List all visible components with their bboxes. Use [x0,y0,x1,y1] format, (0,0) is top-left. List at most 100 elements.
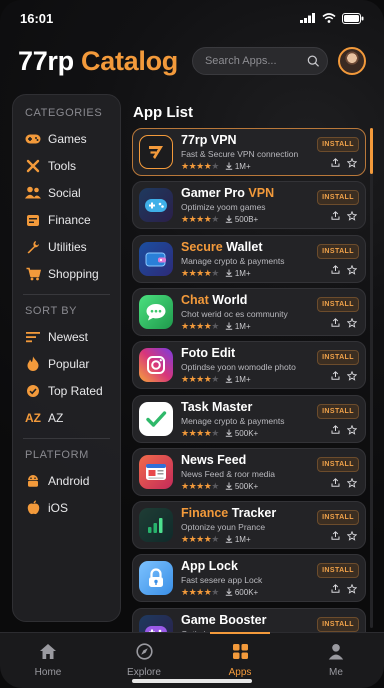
download-icon [225,215,233,223]
platform-item-ios[interactable]: iOS [13,494,120,521]
platform-item-android[interactable]: Android [13,467,120,494]
share-icon[interactable] [331,583,340,593]
nav-home[interactable]: Home [0,633,96,688]
favorite-star-icon[interactable] [347,583,357,594]
gamepad-icon [139,188,173,222]
home-icon [39,643,57,663]
download-count: 500B+ [234,214,259,224]
download-count: 500K+ [234,428,259,438]
app-list-title: App List [133,104,193,121]
sort-item-label: Top Rated [48,383,103,398]
nav-me[interactable]: Me [288,633,384,688]
favorite-star-icon[interactable] [347,370,357,381]
wrench-icon [25,239,41,255]
category-item-label: Shopping [48,266,99,281]
sort-heading: SORT BY [25,305,78,317]
install-button[interactable]: INSTALL [317,296,359,312]
download-count: 1M+ [234,161,251,171]
app-title: 77rp Catalog [18,45,178,76]
rating-stars: ★★★★★ [181,427,219,438]
platform-heading: PLATFORM [25,449,89,461]
app-card[interactable]: Foto Edit Optindse yoon womodle photo ★★… [132,341,366,389]
install-button[interactable]: INSTALL [317,509,359,525]
divider [23,438,110,439]
scrollbar[interactable] [370,128,373,628]
favorite-star-icon[interactable] [347,157,357,168]
share-icon[interactable] [331,370,340,380]
download-icon [225,535,233,543]
download-icon [225,322,233,330]
grid-icon [232,643,249,663]
category-item-label: Social [48,185,81,200]
install-button[interactable]: INSTALL [317,403,359,419]
sort-item-popular[interactable]: Popular [13,350,120,377]
person-icon [328,643,344,663]
sort-item-label: Newest [48,329,89,344]
install-button[interactable]: INSTALL [317,189,359,205]
favorite-star-icon[interactable] [347,424,357,435]
app-name: Game Booster [181,612,267,627]
wallet-icon [139,242,173,276]
platform-item-label: iOS [48,500,69,515]
nav-label: Me [329,667,343,678]
category-item-shopping[interactable]: Shopping [13,260,120,287]
search-box[interactable] [191,47,328,75]
app-description: Fast & Secure VPN connection [181,148,299,159]
sort-item-newest[interactable]: Newest [13,323,120,350]
category-item-label: Games [48,131,87,146]
download-icon [225,588,233,596]
share-icon[interactable] [331,317,340,327]
install-button[interactable]: INSTALL [317,456,359,472]
download-icon [225,482,233,490]
app-card[interactable]: Task Master Menage crypto & payments ★★★… [132,395,366,443]
install-button[interactable]: INSTALL [317,136,359,152]
app-card[interactable]: News Feed News Feed & roor media ★★★★★ 5… [132,448,366,496]
app-name: News Feed [181,452,247,467]
sort-item-az[interactable]: AZ AZ [13,404,120,431]
favorite-star-icon[interactable] [347,477,357,488]
app-card[interactable]: App Lock Fast sesere app Lock ★★★★★ 600K… [132,554,366,602]
app-card[interactable]: 77rp VPN Fast & Secure VPN connection ★★… [132,128,366,176]
share-icon[interactable] [331,157,340,167]
share-icon[interactable] [331,477,340,487]
category-item-finance[interactable]: Finance [13,206,120,233]
favorite-star-icon[interactable] [347,317,357,328]
app-description: Optimize yoom games [181,201,266,212]
scrollbar-thumb[interactable] [370,128,373,174]
header: 77rp Catalog [18,44,370,78]
share-icon[interactable] [331,210,340,220]
category-item-games[interactable]: Games [13,125,120,152]
rating-stars: ★★★★★ [181,533,219,544]
download-icon [225,375,233,383]
share-icon[interactable] [331,424,340,434]
avatar[interactable] [337,47,366,75]
favorite-star-icon[interactable] [347,210,357,221]
rating-stars: ★★★★★ [181,373,219,384]
category-item-tools[interactable]: Tools [13,152,120,179]
nav-label: Apps [228,667,252,678]
category-item-utilities[interactable]: Utilities [13,233,120,260]
search-input[interactable] [204,55,307,67]
favorite-star-icon[interactable] [347,264,357,275]
app-card[interactable]: Finance Tracker Optonize youn Prance ★★★… [132,501,366,549]
gamepad-icon [25,131,41,147]
sort-item-top-rated[interactable]: Top Rated [13,377,120,404]
app-name: Foto Edit [181,345,236,360]
share-icon[interactable] [331,530,340,540]
search-icon[interactable] [307,54,319,68]
app-card[interactable]: Gamer Pro VPN Optimize yoom games ★★★★★ … [132,181,366,229]
app-description: Optindse yoon womodle photo [181,361,296,372]
install-button[interactable]: INSTALL [317,616,359,632]
nav-label: Home [34,667,62,678]
install-button[interactable]: INSTALL [317,243,359,259]
android-icon [25,473,41,489]
app-card[interactable]: Chat World Chot werid oc es community ★★… [132,288,366,336]
favorite-star-icon[interactable] [347,530,357,541]
rating-stars: ★★★★★ [181,320,219,331]
install-button[interactable]: INSTALL [317,562,359,578]
category-item-social[interactable]: Social [13,179,120,206]
app-name: App Lock [181,558,238,573]
app-card[interactable]: Secure Wallet Manage crypto & payments ★… [132,235,366,283]
install-button[interactable]: INSTALL [317,349,359,365]
share-icon[interactable] [331,264,340,274]
